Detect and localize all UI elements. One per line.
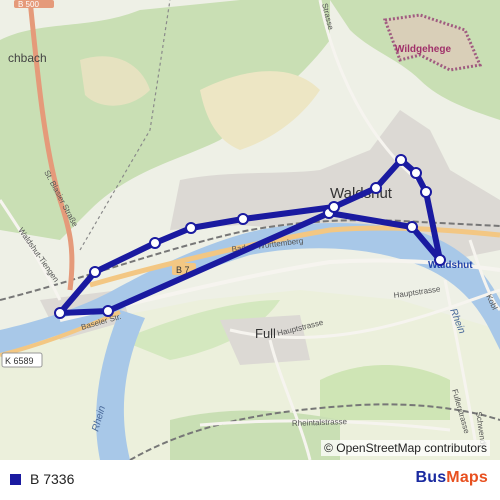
label-k6589: K 6589: [5, 356, 34, 366]
bus-stop-marker[interactable]: [406, 221, 418, 233]
label-wildgehege: Wildgehege: [395, 44, 451, 55]
bus-stop-marker[interactable]: [185, 222, 197, 234]
bus-stop-marker[interactable]: [54, 307, 66, 319]
route-color-swatch: [10, 474, 21, 485]
bus-stop-marker[interactable]: [420, 186, 432, 198]
route-name-label[interactable]: B 7336: [30, 471, 74, 487]
bus-stop-marker[interactable]: [370, 182, 382, 194]
brand-part-maps: Maps: [446, 469, 488, 486]
bus-stop-marker[interactable]: [434, 254, 446, 266]
bus-stop-marker[interactable]: [89, 266, 101, 278]
map-canvas[interactable]: chbach B 500 Wildgehege Waldshut Waldshu…: [0, 0, 500, 460]
label-b500: B 500: [18, 0, 39, 9]
busmaps-logo[interactable]: BusMaps: [415, 469, 488, 487]
meadow-southeast: [320, 365, 450, 420]
label-full: Full: [255, 326, 276, 341]
bus-stop-marker[interactable]: [237, 213, 249, 225]
bus-stop-marker[interactable]: [410, 167, 422, 179]
bus-stop-marker[interactable]: [102, 305, 114, 317]
bus-stop-marker[interactable]: [395, 154, 407, 166]
bus-stop-marker[interactable]: [328, 201, 340, 213]
map-attribution[interactable]: © OpenStreetMap contributors: [321, 440, 490, 456]
bus-stop-marker[interactable]: [149, 237, 161, 249]
label-chbach: chbach: [8, 51, 47, 65]
map-view[interactable]: chbach B 500 Wildgehege Waldshut Waldshu…: [0, 0, 500, 460]
brand-part-bus: Bus: [415, 469, 447, 486]
